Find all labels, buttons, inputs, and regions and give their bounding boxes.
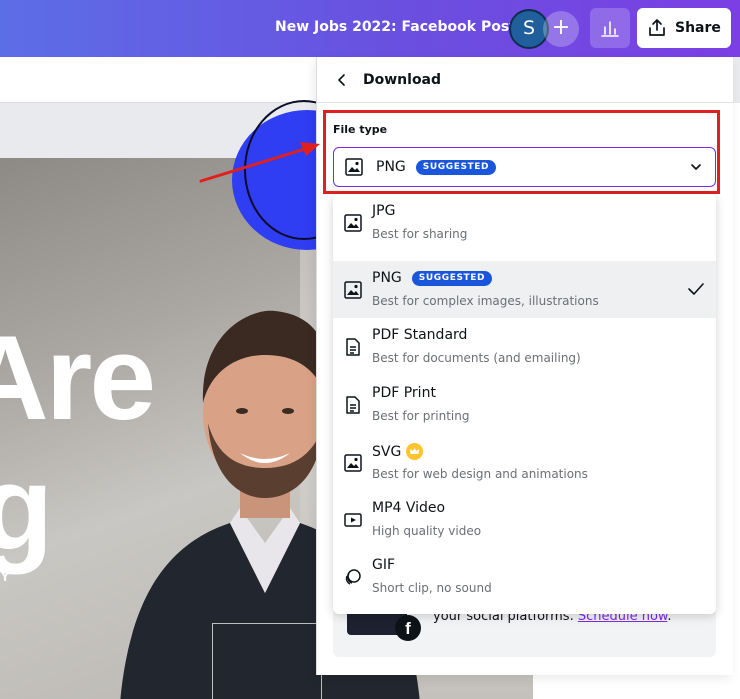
file-type-option-mp4[interactable]: MP4 Video High quality video [333, 491, 716, 548]
frame-outline [212, 623, 322, 699]
suggested-badge: SUGGESTED [411, 270, 493, 286]
canvas-heading-text-2[interactable]: g [0, 448, 53, 568]
checkmark-icon [688, 283, 704, 295]
panel-title: Download [363, 72, 442, 88]
document-icon [343, 395, 363, 415]
red-arrow-annotation [199, 142, 320, 183]
option-description: Best for printing [372, 409, 470, 423]
top-bar: New Jobs 2022: Facebook Post S + Share [0, 0, 740, 57]
option-description: Best for sharing [372, 227, 468, 241]
image-icon [343, 280, 363, 300]
file-type-option-png[interactable]: PNG SUGGESTED Best for complex images, i… [333, 261, 716, 318]
option-description: Best for web design and animations [372, 467, 588, 481]
bar-chart-icon [601, 21, 619, 37]
insights-button[interactable] [590, 8, 630, 48]
pro-crown-icon [406, 443, 424, 460]
file-type-option-gif[interactable]: GIF Short clip, no sound [333, 548, 716, 605]
share-icon [649, 19, 665, 36]
file-type-dropdown: JPG Best for sharing PNG SUGGESTED Best … [333, 194, 716, 614]
add-collaborator-button[interactable]: + [543, 11, 579, 47]
option-description: High quality video [372, 524, 482, 538]
option-name-row: SVG [372, 443, 424, 460]
option-name: PDF Print [372, 385, 436, 401]
gif-icon [343, 567, 363, 587]
chevron-left-icon [338, 74, 345, 86]
option-name: GIF [372, 557, 396, 573]
option-description: Best for complex images, illustrations [372, 294, 599, 308]
file-type-option-svg[interactable]: SVG Best for web design and animations [333, 434, 716, 491]
option-description: Best for documents (and emailing) [372, 351, 581, 365]
facebook-icon: f [395, 615, 421, 641]
option-name: JPG [372, 203, 396, 219]
panel-header: Download [317, 57, 734, 103]
share-button[interactable]: Share [637, 8, 731, 48]
option-name: MP4 Video [372, 500, 446, 516]
option-name: PDF Standard [372, 327, 468, 343]
editor-toolbar [0, 57, 320, 103]
option-description: Short clip, no sound [372, 581, 492, 595]
file-type-option-pdf-standard[interactable]: PDF Standard Best for documents (and ema… [333, 318, 716, 375]
image-icon [343, 213, 363, 233]
file-type-option-pdf-print[interactable]: PDF Print Best for printing [333, 376, 716, 433]
file-type-option-jpg[interactable]: JPG Best for sharing [333, 194, 716, 251]
share-label: Share [675, 20, 721, 36]
image-icon [343, 453, 363, 473]
back-button[interactable] [331, 69, 353, 91]
highlight-box [323, 110, 720, 194]
option-name-row: PNG SUGGESTED [372, 270, 493, 286]
document-icon [343, 337, 363, 357]
document-title[interactable]: New Jobs 2022: Facebook Post [275, 19, 516, 35]
option-name: PNG [372, 270, 402, 286]
option-name: SVG [372, 443, 402, 460]
canvas-heading-text[interactable]: Are [0, 318, 156, 438]
video-icon [343, 510, 363, 530]
canvas-subtext[interactable]: Y [0, 568, 10, 585]
